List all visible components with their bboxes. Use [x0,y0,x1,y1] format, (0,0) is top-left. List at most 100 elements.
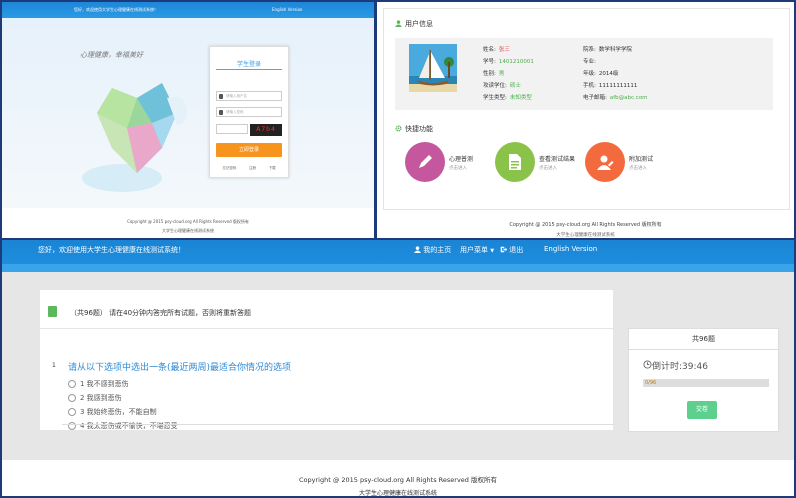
user-icon [219,94,223,99]
clock-icon [643,360,652,369]
user-icon [395,20,402,27]
answer-option-1[interactable]: 1 我不感到悲伤 [68,379,129,389]
quick-view-results-title: 查看测试结果 [539,155,576,163]
captcha-input[interactable] [216,124,248,134]
test-screenshot: 您好，欢迎使用大学生心理健康在线测试系统！ 我的主页 用户菜单 ▼ 退出 Eng… [2,240,794,496]
document-icon [495,142,535,182]
password-input[interactable]: 请输入密码 [216,107,282,117]
user-info-box: 姓名: 张三 学号: 1401210001 性别: 男攻读学位: 硕士 学生类型: 未知类型 院系… [395,38,773,110]
login-screenshot: 您好，欢迎使用大学生心理健康在线测试系统！ English Version 心理… [2,2,374,238]
welcome-text: 您好，欢迎使用大学生心理健康在线测试系统！ [38,246,185,254]
profile-field-key: 电子邮箱: [583,95,607,101]
quick-psych-test-title: 心理普测 [449,155,474,163]
register-link[interactable]: 注册 [249,166,256,171]
profile-field-value: 11111111111 [598,83,638,89]
profile-field-key: 年级: [583,71,596,77]
test-instructions: （共96题） 请在40分钟内答完所有试题，否则将重新答题 [70,309,252,317]
user-edit-icon [585,142,625,182]
book-icon [48,306,57,317]
nav-user-menu-label: 用户菜单 [460,246,488,254]
profile-field: 院系: 数学科学学院 [583,45,632,53]
answer-option-label: 3 我始终悲伤，不能自制 [80,408,157,416]
username-input[interactable]: 请输入用户名 [216,91,282,101]
answer-option-label: 4 我太悲伤或不愉快，不堪忍受 [80,422,178,430]
answer-option-label: 1 我不感到悲伤 [80,380,129,388]
nav-english-version[interactable]: English Version [544,245,597,253]
password-placeholder: 请输入密码 [226,110,244,114]
profile-field: 学号: 1401210001 [483,57,534,65]
profile-field-value: afb@abc.com [609,95,648,101]
radio-button[interactable] [68,380,76,388]
countdown-text: 倒计时:39:46 [652,362,708,372]
profile-field-key: 姓名: [483,47,496,53]
nav-home-label: 我的主页 [423,246,452,254]
nav-wave-decoration [2,264,794,272]
login-footer-copyright: Copyright @ 2015 psy-cloud.org All Right… [127,219,249,224]
caret-down-icon: ▼ [490,248,495,254]
gear-icon [395,125,402,132]
profile-field-key: 学号: [483,59,496,65]
profile-field: 专业: [583,57,599,65]
profile-field: 电子邮箱: afb@abc.com [583,93,648,101]
english-version-link[interactable]: English Version [272,7,302,12]
forgot-password-link[interactable]: 忘记密码 [222,166,236,171]
login-title-divider [216,69,282,70]
profile-field: 学生类型: 未知类型 [483,93,532,101]
profile-field-key: 性别: [483,71,496,77]
answer-option-3[interactable]: 3 我始终悲伤，不能自制 [68,407,157,417]
login-box: 学生登录 请输入用户名 请输入密码 A7b4 立即登录 忘记密码 注册 下载 [209,46,289,178]
download-link[interactable]: 下载 [269,166,276,171]
user-icon [414,246,421,253]
nav-logout[interactable]: 退出 [500,245,523,255]
answer-option-4[interactable]: 4 我太悲伤或不愉快，不堪忍受 [68,421,178,431]
login-topbar: 您好，欢迎使用大学生心理健康在线测试系统！ English Version [2,2,374,18]
question-panel: （共96题） 请在40分钟内答完所有试题，否则将重新答题 1 请从以下选项中选出… [40,290,613,430]
quick-view-results[interactable]: 查看测试结果 点击进入 [495,142,575,182]
pencil-icon [405,142,445,182]
profile-footer-system: 大学生心理健康在线测试系统 [556,233,615,238]
profile-field-value: 1401210001 [498,59,534,65]
question-number: 1 [52,362,56,369]
question-title: 请从以下选项中选出一条(最近两周)最适合你情况的选项 [68,363,292,373]
profile-field: 攻读学位: 硕士 [483,81,521,89]
profile-field: 手机: 11111111111 [583,81,637,89]
profile-field-key: 手机: [583,83,596,89]
radio-button[interactable] [68,394,76,402]
profile-field-value: 未知类型 [509,95,532,101]
nav-user-menu[interactable]: 用户菜单 ▼ [460,245,494,255]
profile-field-value: 2014级 [598,71,619,77]
user-info-title: 用户信息 [405,20,433,28]
answer-option-2[interactable]: 2 我感到悲伤 [68,393,122,403]
captcha-image[interactable]: A7b4 [250,124,282,136]
quick-extra-test-title: 附加测试 [629,155,654,163]
username-placeholder: 请输入用户名 [226,94,247,98]
avatar [409,44,457,92]
question-panel-header: （共96题） 请在40分钟内答完所有试题，否则将重新答题 [40,290,613,329]
profile-field-key: 学生类型: [483,95,507,101]
login-button[interactable]: 立即登录 [216,143,282,157]
radio-button[interactable] [68,408,76,416]
logout-icon [500,246,507,253]
quick-psych-test[interactable]: 心理普测 点击进入 [405,142,473,182]
submit-button[interactable]: 交卷 [687,401,717,419]
profile-field-value: 数学科学学院 [598,47,632,53]
lock-icon [219,110,223,115]
total-questions: 共96题 [629,329,778,350]
progress-bar: 0/96 [643,379,769,387]
profile-field-key: 专业: [583,59,596,65]
nav-home[interactable]: 我的主页 [414,245,451,255]
heart-illustration-icon [82,83,187,192]
profile-field-key: 攻读学位: [483,83,507,89]
test-status-panel: 共96题 倒计时:39:46 0/96 交卷 [628,328,779,432]
test-footer-copyright: Copyright @ 2015 psy-cloud.org All Right… [299,476,497,484]
question-divider [62,424,614,425]
profile-field: 姓名: 张三 [483,45,510,53]
quick-extra-test[interactable]: 附加测试 点击进入 [585,142,653,182]
countdown-timer: 倒计时:39:46 [643,359,708,372]
login-links: 忘记密码 注册 下载 [216,166,282,171]
login-box-title: 学生登录 [236,61,261,68]
login-footer: Copyright @ 2015 psy-cloud.org All Right… [2,208,374,238]
quick-functions-title: 快捷功能 [405,125,433,133]
nav-logout-label: 退出 [509,246,524,254]
top-navigation-bar: 您好，欢迎使用大学生心理健康在线测试系统！ 我的主页 用户菜单 ▼ 退出 Eng… [2,240,794,272]
